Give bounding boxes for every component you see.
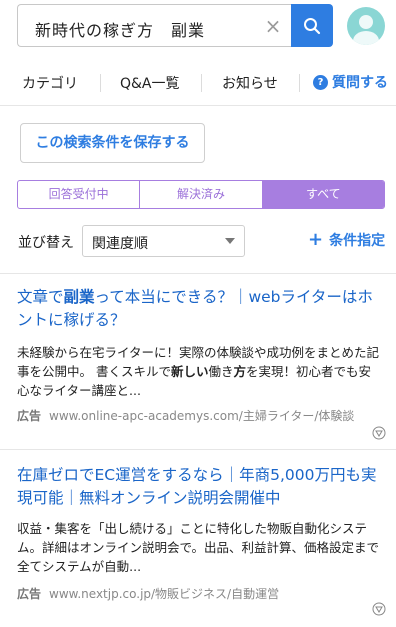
question-icon: ? (313, 74, 328, 90)
search-field[interactable]: 新時代の稼ぎ方 副業 × (17, 4, 291, 47)
ad-title[interactable]: 在庫ゼロでEC運営をするなら｜年商5,000万円も実現可能｜無料オンライン説明会… (17, 464, 382, 510)
divider (0, 449, 396, 450)
top-nav: カテゴリ Q&A一覧 お知らせ ? 質問する (0, 60, 396, 106)
filter-conditions-label: 条件指定 (329, 233, 386, 249)
ad-title-text: 文章で (17, 288, 64, 306)
nav-item-news[interactable]: お知らせ (222, 73, 278, 93)
ad-desc-highlight: 方 (233, 364, 247, 379)
ad-meta: 広告 www.online-apc-academys.com/主婦ライター/体験談 (17, 407, 354, 424)
divider (0, 273, 396, 274)
search-bar: 新時代の稼ぎ方 副業 × (0, 0, 396, 52)
plus-icon: + (308, 229, 324, 250)
nav-divider (201, 74, 202, 92)
chevron-down-icon (225, 238, 235, 244)
save-search-button[interactable]: この検索条件を保存する (20, 123, 205, 163)
user-icon (353, 15, 379, 45)
tab-all[interactable]: すべて (261, 181, 384, 208)
status-tabs: 回答受付中 解決済み すべて (17, 180, 385, 209)
ad-description: 未経験から在宅ライターに！実際の体験談や成功例をまとめた記事を公開中。 書くスキ… (17, 343, 382, 400)
ad-url[interactable]: www.online-apc-academys.com/主婦ライター/体験談 (49, 409, 354, 423)
ask-question-label: 質問する (332, 75, 388, 91)
nav-item-qa-list[interactable]: Q&A一覧 (120, 73, 180, 93)
filter-conditions-link[interactable]: + 条件指定 (308, 230, 385, 250)
nav-divider (299, 74, 300, 92)
nav-item-category[interactable]: カテゴリ (22, 73, 78, 93)
ad-info-icon[interactable] (372, 602, 386, 616)
ad-url[interactable]: www.nextjp.co.jp/物販ビジネス/自動運営 (49, 587, 279, 601)
nav-divider (100, 74, 101, 92)
search-icon (304, 17, 321, 34)
ad-tag: 広告 (17, 409, 42, 423)
ad-title-highlight: 副業 (63, 288, 95, 306)
tab-resolved[interactable]: 解決済み (139, 181, 261, 208)
tab-accepting-answers[interactable]: 回答受付中 (18, 181, 139, 208)
ad-desc-text: 働き (208, 364, 234, 379)
ad-meta: 広告 www.nextjp.co.jp/物販ビジネス/自動運営 (17, 585, 279, 602)
search-button[interactable] (291, 4, 333, 47)
search-input[interactable]: 新時代の稼ぎ方 副業 (35, 17, 255, 41)
ad-desc-text: 収益・集客を「出し続ける」ことに特化した物販自動化システム。詳細はオンライン説明… (17, 521, 380, 574)
ad-description: 収益・集客を「出し続ける」ことに特化した物販自動化システム。詳細はオンライン説明… (17, 519, 382, 576)
sort-label: 並び替え (18, 235, 74, 251)
avatar[interactable] (347, 7, 385, 45)
ad-tag: 広告 (17, 587, 42, 601)
ad-info-icon[interactable] (372, 426, 386, 440)
ask-question-link[interactable]: ? 質問する (313, 72, 388, 92)
clear-icon[interactable]: × (263, 14, 283, 38)
ad-title-text: 在庫ゼロでEC運営をするなら｜年商5,000万円も実現可能｜無料オンライン説明会… (17, 466, 377, 507)
ad-title[interactable]: 文章で副業って本当にできる？｜webライターはホントに稼げる？ (17, 286, 382, 332)
sort-select[interactable]: 関連度順 (82, 225, 245, 257)
ad-desc-highlight: 新しい (170, 364, 209, 379)
sort-selected-value: 関連度順 (92, 236, 148, 252)
